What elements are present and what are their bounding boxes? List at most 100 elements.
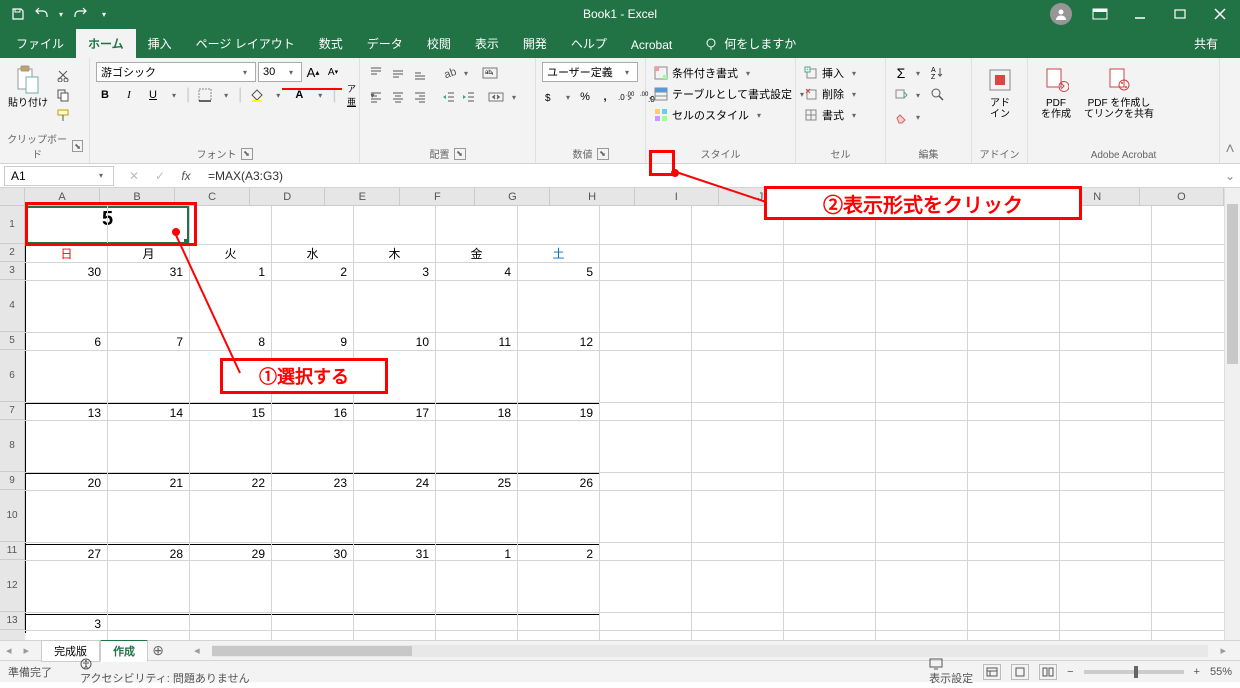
tab-insert[interactable]: 挿入 — [136, 29, 184, 58]
tab-view[interactable]: 表示 — [463, 29, 511, 58]
decrease-indent-icon[interactable] — [440, 88, 458, 106]
align-center-icon[interactable] — [388, 88, 408, 106]
align-right-icon[interactable] — [410, 88, 430, 106]
hscroll-right-icon[interactable]: ▸ — [1214, 644, 1232, 657]
conditional-formatting-button[interactable]: 条件付き書式▾ — [652, 64, 756, 82]
alignment-launcher[interactable]: ⬊ — [454, 148, 466, 160]
insert-cells-button[interactable]: +挿入▾ — [802, 64, 862, 82]
expand-formula-bar-icon[interactable]: ⌄ — [1220, 169, 1240, 183]
tab-formulas[interactable]: 数式 — [307, 29, 355, 58]
cut-icon[interactable] — [54, 66, 72, 84]
save-icon[interactable] — [8, 4, 28, 24]
sheet-nav-prev-icon[interactable]: ▸ — [18, 644, 36, 657]
normal-view-icon[interactable] — [983, 664, 1001, 680]
phonetic-icon[interactable]: ア亜 — [342, 86, 360, 104]
zoom-out-icon[interactable]: − — [1067, 666, 1073, 678]
status-bar: 準備完了 アクセシビリティ: 問題ありません 表示設定 − + 55% — [0, 660, 1240, 682]
format-cells-button[interactable]: 書式▾ — [802, 106, 862, 124]
tab-acrobat[interactable]: Acrobat — [619, 32, 684, 58]
name-box[interactable]: A1▾ — [4, 166, 114, 186]
page-layout-view-icon[interactable] — [1011, 664, 1029, 680]
border-icon[interactable] — [196, 86, 214, 104]
accessibility-status[interactable]: アクセシビリティ: 問題ありません — [80, 658, 250, 686]
align-middle-icon[interactable] — [388, 64, 408, 82]
tab-review[interactable]: 校閲 — [415, 29, 463, 58]
fill-icon[interactable] — [892, 86, 910, 104]
display-settings-button[interactable]: 表示設定 — [929, 658, 973, 686]
tell-me[interactable]: 何をしますか — [696, 29, 804, 58]
hscroll-left-icon[interactable]: ◂ — [188, 644, 206, 657]
collapse-ribbon-icon[interactable]: ˄ — [1220, 58, 1240, 163]
font-size-select[interactable]: 30▾ — [258, 62, 302, 82]
clipboard-launcher[interactable]: ⬊ — [72, 140, 83, 152]
font-launcher[interactable]: ⬊ — [241, 148, 253, 160]
format-painter-icon[interactable] — [54, 106, 72, 124]
tab-pagelayout[interactable]: ページ レイアウト — [184, 29, 307, 58]
number-format-select[interactable]: ユーザー定義▾ — [542, 62, 638, 82]
tab-data[interactable]: データ — [355, 29, 415, 58]
pdf-create-button[interactable]: PDF を作成 — [1034, 62, 1078, 122]
merge-center-icon[interactable] — [486, 88, 506, 106]
zoom-level[interactable]: 55% — [1210, 666, 1232, 678]
tab-home[interactable]: ホーム — [76, 29, 136, 58]
select-all-corner[interactable] — [0, 188, 25, 206]
vertical-scrollbar[interactable] — [1224, 188, 1240, 640]
copy-icon[interactable] — [54, 86, 72, 104]
enter-formula-icon[interactable]: ✓ — [152, 169, 168, 183]
undo-icon[interactable] — [32, 4, 52, 24]
delete-cells-button[interactable]: 削除▾ — [802, 85, 862, 103]
increase-indent-icon[interactable] — [460, 88, 478, 106]
align-left-icon[interactable] — [366, 88, 386, 106]
clear-icon[interactable] — [892, 108, 910, 126]
row-headers[interactable]: 12345678910111213 — [0, 206, 25, 640]
comma-format-icon[interactable]: , — [596, 88, 614, 106]
tab-help[interactable]: ヘルプ — [559, 29, 619, 58]
format-as-table-button[interactable]: テーブルとして書式設定▾ — [652, 85, 810, 103]
user-avatar[interactable] — [1050, 3, 1072, 25]
pdf-share-button[interactable]: PDF を作成し てリンクを共有 — [1082, 62, 1156, 122]
underline-button[interactable]: U — [144, 86, 162, 104]
zoom-in-icon[interactable]: + — [1194, 666, 1200, 678]
redo-icon[interactable] — [70, 4, 90, 24]
decrease-decimal-icon[interactable]: .00.0 — [638, 88, 658, 106]
formula-input[interactable]: =MAX(A3:G3) — [202, 169, 1220, 183]
tab-file[interactable]: ファイル — [4, 29, 76, 58]
find-select-icon[interactable] — [928, 86, 948, 104]
fill-color-icon[interactable] — [248, 86, 266, 104]
align-bottom-icon[interactable] — [410, 64, 430, 82]
autosum-icon[interactable]: Σ — [892, 64, 910, 82]
cancel-formula-icon[interactable]: ✕ — [126, 169, 142, 183]
zoom-slider[interactable] — [1084, 670, 1184, 674]
sort-filter-icon[interactable]: AZ — [928, 64, 948, 82]
addin-button[interactable]: アド イン — [978, 62, 1022, 122]
increase-font-icon[interactable]: A▴ — [304, 63, 322, 81]
orientation-icon[interactable]: ab — [440, 64, 458, 82]
font-name-select[interactable]: 游ゴシック▾ — [96, 62, 256, 82]
align-top-icon[interactable] — [366, 64, 386, 82]
sheet-nav-first-icon[interactable]: ◂ — [0, 644, 18, 657]
percent-format-icon[interactable]: % — [576, 88, 594, 106]
paste-button[interactable]: 貼り付け — [6, 62, 50, 111]
number-launcher[interactable]: ⬊ — [597, 148, 609, 160]
close-icon[interactable] — [1200, 0, 1240, 28]
page-break-view-icon[interactable] — [1039, 664, 1057, 680]
wrap-text-icon[interactable]: ab — [480, 64, 500, 82]
cells-grid[interactable]: 5日月火水木金土30311234567891011121314151617181… — [25, 206, 1224, 640]
fx-icon[interactable]: fx — [178, 169, 194, 183]
undo-dropdown-icon[interactable]: ▾ — [56, 4, 66, 24]
decrease-font-icon[interactable]: A▾ — [324, 63, 342, 81]
new-sheet-icon[interactable]: ⊕ — [148, 642, 168, 659]
maximize-icon[interactable] — [1160, 0, 1200, 28]
horizontal-scrollbar[interactable] — [212, 645, 1209, 657]
tab-developer[interactable]: 開発 — [511, 29, 559, 58]
ribbon-display-icon[interactable] — [1080, 0, 1120, 28]
increase-decimal-icon[interactable]: .0.00 — [616, 88, 636, 106]
minimize-icon[interactable] — [1120, 0, 1160, 28]
bold-button[interactable]: B — [96, 86, 114, 104]
cell-styles-button[interactable]: セルのスタイル▾ — [652, 106, 767, 124]
status-ready: 準備完了 — [8, 664, 52, 680]
qat-customize-icon[interactable]: ▾ — [94, 4, 114, 24]
share-button[interactable]: 共有 — [1184, 29, 1228, 58]
accounting-format-icon[interactable]: $ — [542, 88, 560, 106]
italic-button[interactable]: I — [120, 86, 138, 104]
